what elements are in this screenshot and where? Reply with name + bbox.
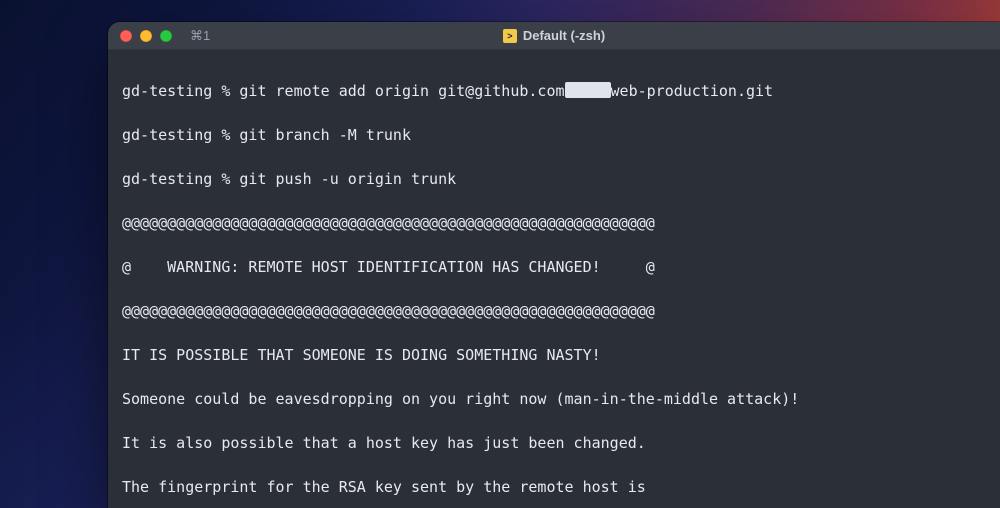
terminal-output[interactable]: gd-testing % git remote add origin git@g… <box>108 50 1000 508</box>
window-title-text: Default (-zsh) <box>523 28 605 43</box>
minimize-button[interactable] <box>140 30 152 42</box>
window-title: > Default (-zsh) <box>108 28 1000 43</box>
output-line: @@@@@@@@@@@@@@@@@@@@@@@@@@@@@@@@@@@@@@@@… <box>122 212 986 234</box>
terminal-window: ⌘1 > Default (-zsh) gd-testing % git rem… <box>108 22 1000 508</box>
output-line: @@@@@@@@@@@@@@@@@@@@@@@@@@@@@@@@@@@@@@@@… <box>122 300 986 322</box>
close-button[interactable] <box>120 30 132 42</box>
cmd-line-3: gd-testing % git push -u origin trunk <box>122 168 986 190</box>
output-line: It is also possible that a host key has … <box>122 432 986 454</box>
output-line: IT IS POSSIBLE THAT SOMEONE IS DOING SOM… <box>122 344 986 366</box>
traffic-lights <box>108 30 172 42</box>
redacted-host <box>565 82 611 98</box>
output-line: Someone could be eavesdropping on you ri… <box>122 388 986 410</box>
output-line: The fingerprint for the RSA key sent by … <box>122 476 986 498</box>
tab-shortcut-label: ⌘1 <box>190 28 210 44</box>
cmd-line-1: gd-testing % git remote add origin git@g… <box>122 80 986 102</box>
output-line: @ WARNING: REMOTE HOST IDENTIFICATION HA… <box>122 256 986 278</box>
zoom-button[interactable] <box>160 30 172 42</box>
cmd-line-2: gd-testing % git branch -M trunk <box>122 124 986 146</box>
terminal-icon: > <box>503 29 517 43</box>
titlebar: ⌘1 > Default (-zsh) <box>108 22 1000 50</box>
tab-shortcut: ⌘1 <box>190 28 210 44</box>
